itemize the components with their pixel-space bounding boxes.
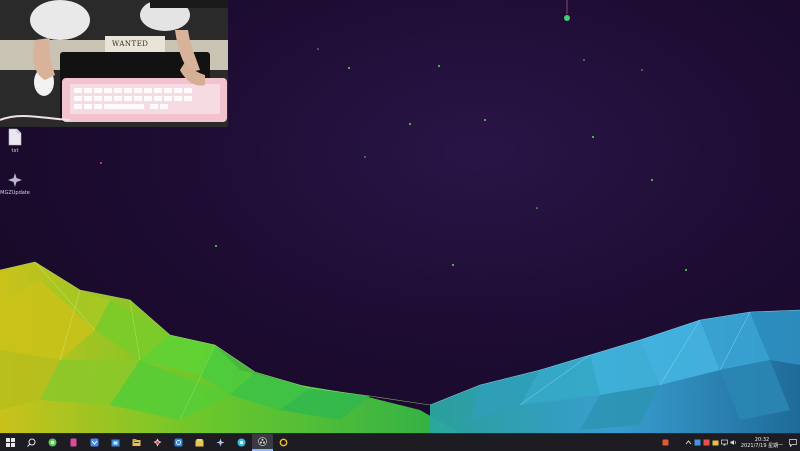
taskbar-app-folder[interactable]	[189, 434, 210, 451]
webcam-image	[0, 0, 228, 127]
taskbar-app-explorer[interactable]	[126, 434, 147, 451]
taskbar-app-chat[interactable]	[231, 434, 252, 451]
desktop: WANTED txt MGZUpdate	[0, 0, 800, 433]
folder-tray-icon	[712, 440, 719, 446]
taskbar-clock[interactable]: 20:32 2021/7/19 星期一	[738, 434, 786, 451]
desktop-icon-txt[interactable]: txt	[0, 128, 35, 154]
notification-icon	[789, 438, 797, 447]
app-blue-icon	[90, 438, 99, 447]
volume-icon	[730, 440, 736, 445]
yellow-ring-icon	[279, 438, 288, 447]
windows-start-icon	[6, 438, 15, 447]
taskbar-app-browser[interactable]	[42, 434, 63, 451]
star-app-icon	[216, 438, 225, 447]
taskbar-app-pink[interactable]	[63, 434, 84, 451]
taskbar: 20:32 2021/7/19 星期一	[0, 433, 800, 451]
clock-date: 2021/7/19 星期一	[740, 442, 784, 449]
chat-icon	[237, 438, 246, 447]
browser-icon	[48, 438, 57, 447]
file-explorer-icon	[132, 439, 141, 446]
tray-app2-icon	[703, 439, 710, 446]
search-icon	[27, 438, 36, 447]
app-circle-icon	[174, 438, 183, 447]
network-button[interactable]	[720, 434, 729, 451]
tray-app-2[interactable]	[702, 434, 711, 451]
volume-button[interactable]	[729, 434, 738, 451]
taskbar-app-blue[interactable]	[84, 434, 105, 451]
taskbar-app-store[interactable]	[105, 434, 126, 451]
taskbar-app-obs[interactable]	[252, 434, 273, 451]
taskbar-app-ring[interactable]	[273, 434, 294, 451]
action-center-button[interactable]	[786, 434, 800, 451]
webcam-banner-text: WANTED	[112, 40, 149, 48]
webcam-overlay: WANTED	[0, 0, 228, 127]
chevron-up-icon	[685, 440, 692, 445]
desktop-icon-label: txt	[11, 148, 19, 154]
tray-app-icon	[694, 439, 701, 446]
tray-app[interactable]	[693, 434, 702, 451]
app-icon	[8, 173, 22, 187]
system-tray: 20:32 2021/7/19 星期一	[661, 434, 800, 451]
taskbar-app-game[interactable]	[147, 434, 168, 451]
file-icon	[8, 128, 22, 146]
app-pink-icon	[70, 438, 77, 447]
game-icon	[153, 438, 162, 447]
app-store-icon	[111, 439, 120, 447]
tray-red-app[interactable]	[661, 434, 670, 451]
tray-folder[interactable]	[711, 434, 720, 451]
tray-red-icon	[662, 439, 669, 446]
show-hidden-icons-button[interactable]	[684, 434, 693, 451]
desktop-icon-label: MGZUpdate	[0, 190, 30, 196]
desktop-icon-mgzupdate[interactable]: MGZUpdate	[0, 172, 35, 196]
network-icon	[721, 439, 728, 446]
folder-icon	[195, 439, 204, 447]
search-button[interactable]	[21, 434, 42, 451]
obs-icon	[258, 437, 267, 446]
start-button[interactable]	[0, 434, 21, 451]
taskbar-app-circle[interactable]	[168, 434, 189, 451]
taskbar-app-star[interactable]	[210, 434, 231, 451]
